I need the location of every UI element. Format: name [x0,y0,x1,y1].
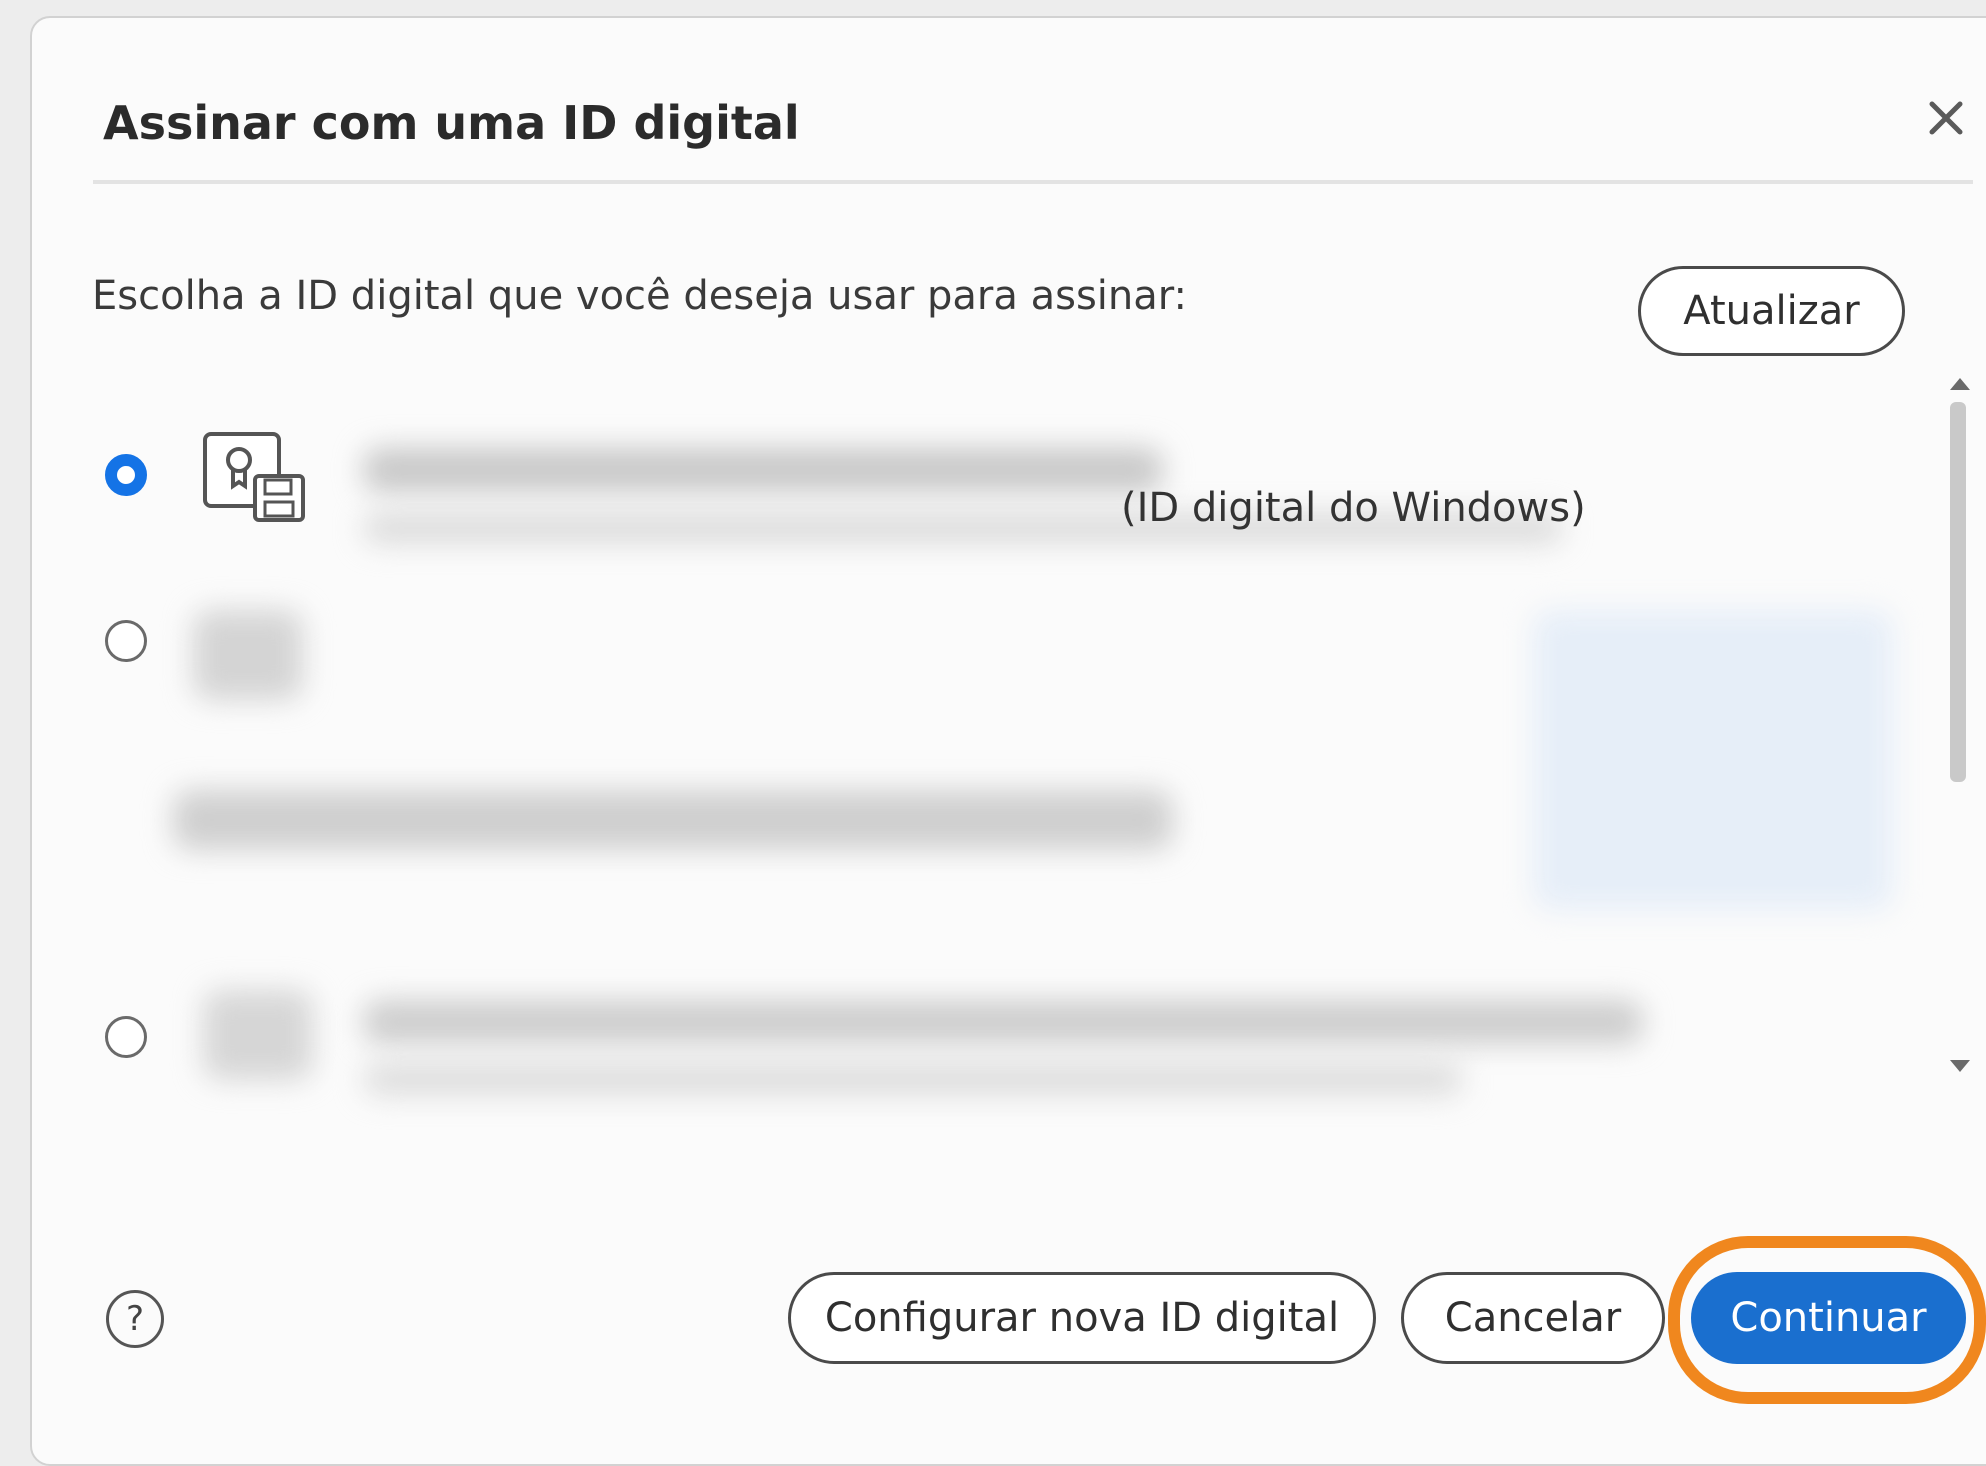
radio-unselected[interactable] [105,1016,147,1058]
digital-id-item[interactable] [93,970,1933,1170]
configure-new-id-button[interactable]: Configurar nova ID digital [788,1272,1376,1364]
dialog-title: Assinar com uma ID digital [103,96,800,150]
choose-id-prompt: Escolha a ID digital que você deseja usa… [92,273,1187,319]
close-icon[interactable] [1920,92,1972,144]
list-scrollbar[interactable] [1946,372,1970,1082]
scroll-down-arrow-icon[interactable] [1950,1060,1970,1072]
redacted-id-name [363,1000,1643,1044]
cancel-button[interactable]: Cancelar [1401,1272,1665,1364]
help-icon[interactable]: ? [106,1290,164,1348]
radio-unselected[interactable] [105,620,147,662]
redacted-id-icon [203,990,313,1080]
redacted-id-icon [193,610,303,700]
redacted-id-name [363,448,1163,492]
digital-id-item[interactable]: (ID digital do Windows) [93,430,1933,550]
redacted-id-details [363,1062,1463,1096]
radio-selected[interactable] [105,454,147,496]
digital-id-item[interactable] [93,610,1933,910]
scroll-thumb[interactable] [1950,402,1966,782]
scroll-up-arrow-icon[interactable] [1950,378,1970,390]
certificate-save-icon [201,430,311,524]
redacted-id-panel [1533,610,1893,910]
redacted-id-name [173,790,1173,850]
id-type-label: (ID digital do Windows) [1121,485,1586,531]
title-divider [93,180,1973,184]
digital-id-list: (ID digital do Windows) [93,370,1933,1170]
continue-button[interactable]: Continuar [1691,1272,1966,1364]
refresh-button[interactable]: Atualizar [1638,266,1905,356]
